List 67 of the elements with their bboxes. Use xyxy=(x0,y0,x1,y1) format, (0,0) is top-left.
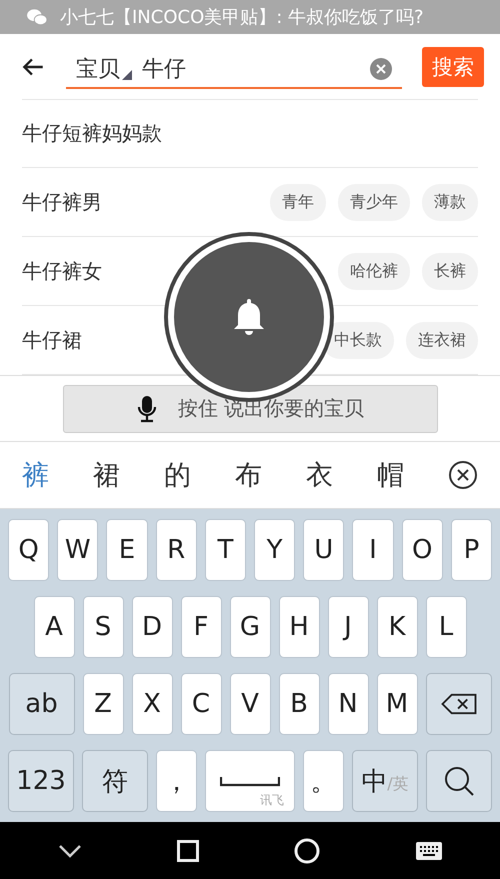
key[interactable]: T xyxy=(204,518,246,581)
tag-chip[interactable]: 长裤 xyxy=(422,252,478,290)
tag-chip[interactable]: 青年 xyxy=(270,184,326,220)
key[interactable]: A xyxy=(34,596,74,658)
notification-text: 小七七【INCOCO美甲贴】: 牛叔你吃饭了吗? xyxy=(60,6,424,29)
search-field[interactable]: 宝贝 牛仔 xyxy=(66,51,402,89)
candidate-word[interactable]: 帽 xyxy=(377,457,404,493)
key[interactable]: N xyxy=(328,673,368,736)
dropdown-triangle-icon[interactable] xyxy=(122,70,132,80)
backspace-key[interactable] xyxy=(426,673,492,736)
key[interactable]: K xyxy=(376,596,418,658)
tag-chip[interactable]: 青少年 xyxy=(338,184,410,220)
key[interactable]: 123 xyxy=(8,750,74,812)
chevron-down-icon[interactable] xyxy=(58,844,82,858)
space-bar-icon xyxy=(220,775,280,788)
backspace-icon xyxy=(440,693,478,716)
candidate-word[interactable]: 裙 xyxy=(93,457,120,493)
key[interactable]: O xyxy=(402,518,443,581)
bell-icon xyxy=(233,297,265,337)
tag-chip[interactable]: 薄款 xyxy=(422,184,478,220)
key[interactable]: ， xyxy=(156,750,197,812)
square-icon[interactable] xyxy=(176,840,198,862)
search-key[interactable] xyxy=(426,750,492,812)
key[interactable]: L xyxy=(426,596,466,658)
key[interactable]: M xyxy=(376,673,418,736)
search-icon xyxy=(443,765,475,798)
suggestion-item[interactable]: 牛仔裤女 xyxy=(22,258,102,284)
circle-icon[interactable] xyxy=(294,838,320,864)
key[interactable]: C xyxy=(180,673,222,736)
key[interactable]: P xyxy=(450,518,492,581)
key[interactable]: R xyxy=(156,518,197,581)
keyboard-icon[interactable] xyxy=(414,840,442,860)
key[interactable]: S xyxy=(82,596,124,658)
key[interactable]: D xyxy=(132,596,172,658)
key[interactable]: E xyxy=(106,518,148,581)
key[interactable]: X xyxy=(132,673,172,736)
key[interactable]: V xyxy=(230,673,270,736)
key[interactable]: B xyxy=(278,673,320,736)
key[interactable]: F xyxy=(180,596,222,658)
candidate-word[interactable]: 裤 xyxy=(22,457,49,493)
chat-bubbles-icon xyxy=(26,8,48,26)
tag-chip[interactable]: 哈伦裤 xyxy=(338,252,410,290)
candidate-word[interactable]: 布 xyxy=(235,457,262,493)
key[interactable]: J xyxy=(328,596,368,658)
key[interactable]: Q xyxy=(8,518,50,581)
candidate-word[interactable]: 衣 xyxy=(306,457,333,493)
key[interactable]: 。 xyxy=(303,750,344,812)
suggestion-item[interactable]: 牛仔短裤妈妈款 xyxy=(22,120,162,147)
close-icon[interactable] xyxy=(448,460,478,490)
scope-selector[interactable]: 宝贝 xyxy=(76,54,132,84)
key[interactable]: U xyxy=(303,518,344,581)
suggestion-item[interactable]: 牛仔裙 xyxy=(22,326,82,354)
key[interactable]: I xyxy=(352,518,394,581)
key[interactable]: Y xyxy=(254,518,296,581)
candidate-word[interactable]: 的 xyxy=(164,457,191,493)
suggestion-item[interactable]: 牛仔裤男 xyxy=(22,188,102,216)
key[interactable]: W xyxy=(57,518,98,581)
microphone-icon xyxy=(136,394,158,422)
tag-chip[interactable]: 连衣裙 xyxy=(406,322,478,358)
key[interactable]: Z xyxy=(82,673,124,736)
key[interactable]: ab xyxy=(8,673,74,736)
search-text: 牛仔 xyxy=(142,56,187,84)
clear-icon[interactable] xyxy=(370,58,392,80)
key[interactable]: H xyxy=(278,596,320,658)
key[interactable]: 中/英 xyxy=(352,750,418,812)
key[interactable]: G xyxy=(230,596,270,658)
key[interactable]: 符 xyxy=(82,750,148,812)
